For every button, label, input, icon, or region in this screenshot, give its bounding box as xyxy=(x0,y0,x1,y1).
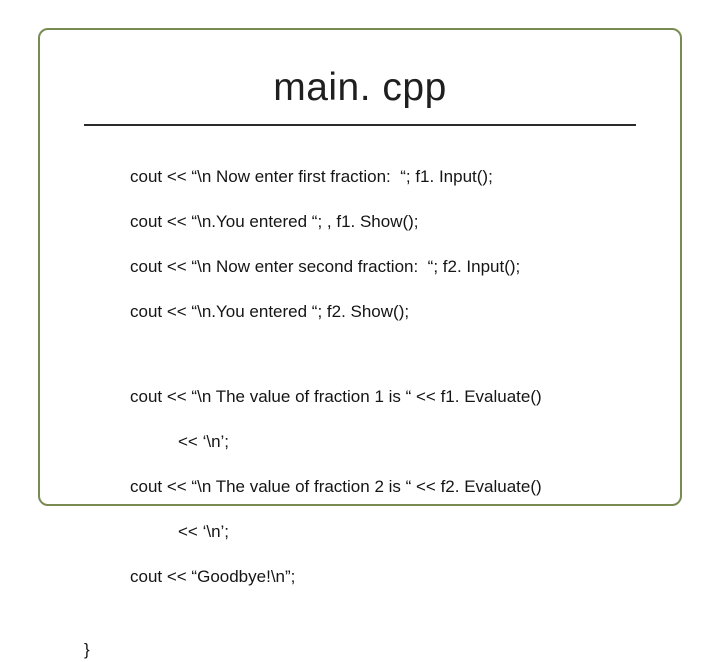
code-line-continuation: << ‘\n’; xyxy=(130,431,628,453)
code-line-continuation: << ‘\n’; xyxy=(130,521,628,543)
code-line: cout << “\n Now enter second fraction: “… xyxy=(130,256,628,278)
code-line: cout << “Goodbye!\n”; xyxy=(130,566,628,588)
code-line: cout << “\n.You entered “; f2. Show(); xyxy=(130,301,628,323)
page-title: main. cpp xyxy=(84,66,636,110)
code-line: cout << “\n.You entered “; , f1. Show(); xyxy=(130,211,628,233)
code-block: cout << “\n Now enter first fraction: “;… xyxy=(84,144,636,633)
slide-card: main. cpp cout << “\n Now enter first fr… xyxy=(38,28,682,506)
closing-brace: } xyxy=(84,639,636,661)
title-divider xyxy=(84,124,636,126)
code-line: cout << “\n The value of fraction 2 is “… xyxy=(130,476,628,498)
code-line: cout << “\n The value of fraction 1 is “… xyxy=(130,386,628,408)
slide: main. cpp cout << “\n Now enter first fr… xyxy=(0,0,720,540)
blank-line xyxy=(130,346,628,364)
code-line: cout << “\n Now enter first fraction: “;… xyxy=(130,166,628,188)
